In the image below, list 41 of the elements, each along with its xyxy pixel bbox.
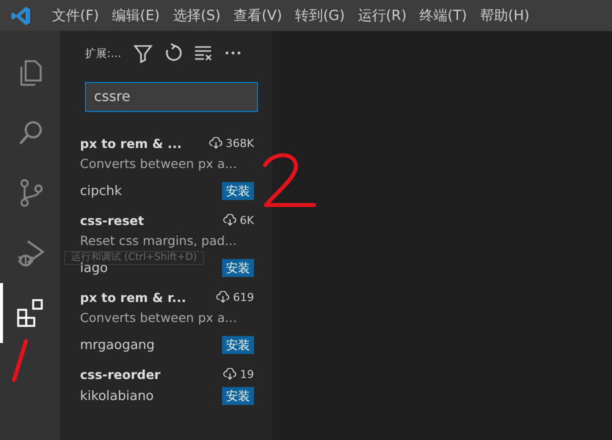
filter-icon[interactable] <box>133 43 154 63</box>
menu-item[interactable]: 选择(S) <box>172 6 221 24</box>
download-count: 19 <box>240 368 254 380</box>
extension-description: Reset css margins, pad... <box>80 232 238 250</box>
install-button[interactable]: 安装 <box>222 387 254 405</box>
menu-item[interactable]: 运行(R) <box>358 6 407 24</box>
extension-description: Converts between px a... <box>80 155 238 173</box>
play-bug-icon[interactable] <box>16 238 44 268</box>
publisher-name: cipchk <box>80 184 122 198</box>
install-button[interactable]: 安装 <box>222 336 254 354</box>
download-count: 6K <box>240 214 254 226</box>
cloud-download-icon <box>222 214 237 226</box>
cloud-download-icon <box>216 291 230 303</box>
install-button[interactable]: 安装 <box>222 182 254 200</box>
refresh-icon[interactable] <box>163 43 184 63</box>
extension-name[interactable]: css-reorder <box>80 366 160 382</box>
download-count: 619 <box>233 290 254 304</box>
menu-item[interactable]: 终端(T) <box>420 6 468 24</box>
install-button[interactable]: 安装 <box>222 259 254 277</box>
menu-item[interactable]: 文件(F) <box>52 6 99 24</box>
sidebar-title: 扩展:... <box>85 46 122 60</box>
extension-name[interactable]: css-reset <box>80 212 144 228</box>
app-logo-icon <box>10 4 32 26</box>
cloud-download-icon <box>223 368 237 380</box>
search-field[interactable]: cssre <box>85 82 258 112</box>
extension-name[interactable]: px to rem & r... <box>80 290 186 304</box>
ink-stroke <box>10 338 30 384</box>
publisher-name: kikolabiano <box>80 388 154 404</box>
menu-item[interactable]: 查看(V) <box>234 6 282 24</box>
menu-item[interactable]: 转到(G) <box>295 6 345 24</box>
extension-name[interactable]: px to rem & ... <box>80 136 182 150</box>
menu-item[interactable]: 帮助(H) <box>480 6 530 24</box>
extensions-icon[interactable] <box>16 298 44 328</box>
tooltip-text: 运行和调试 (Ctrl+Shift+D) <box>71 252 197 263</box>
publisher-name: mrgaogang <box>80 338 155 352</box>
ink-stroke <box>262 151 318 209</box>
extension-description: Converts between px a... <box>80 309 238 327</box>
menu-item[interactable]: 编辑(E) <box>112 6 160 24</box>
publisher-name: lago <box>80 260 108 276</box>
cloud-download-icon <box>208 137 223 149</box>
download-count: 368K <box>226 136 254 150</box>
